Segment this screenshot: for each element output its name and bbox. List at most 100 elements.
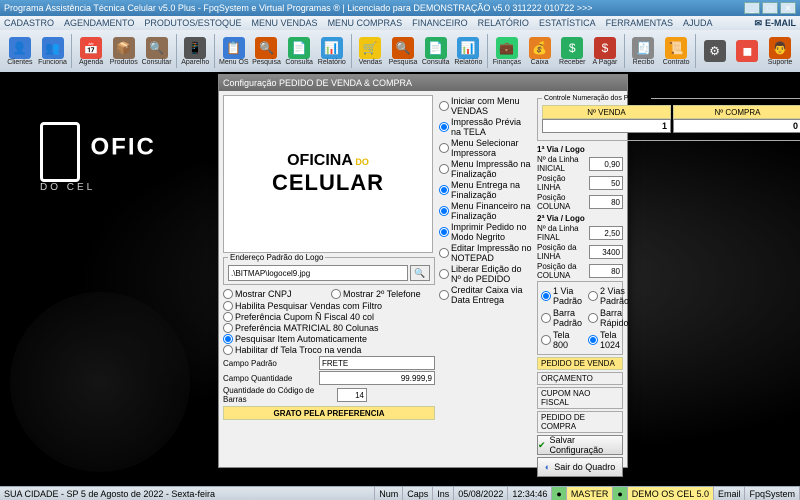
toolbar-contrato[interactable]: 📜Contrato <box>660 32 692 70</box>
via1-pos-linha[interactable] <box>589 176 623 190</box>
exit-icon: ◐ <box>545 462 550 472</box>
menu-ajuda[interactable]: AJUDA <box>683 18 713 28</box>
section-cupom[interactable]: CUPOM NAO FISCAL <box>537 387 623 409</box>
via2-linha-final[interactable] <box>589 226 623 240</box>
toolbar-consulta[interactable]: 📄Consulta <box>283 32 315 70</box>
radio-financeiro-finalizacao[interactable] <box>439 206 449 216</box>
via2-pos-coluna[interactable] <box>589 264 623 278</box>
toolbar-icon: 📦 <box>113 37 135 59</box>
minimize-button[interactable]: _ <box>744 2 760 14</box>
menu-vendas[interactable]: MENU VENDAS <box>252 18 318 28</box>
toolbar-consulta[interactable]: 📄Consulta <box>420 32 452 70</box>
radio-cnpj[interactable] <box>223 289 233 299</box>
radio-barra-padrao[interactable] <box>541 313 551 323</box>
radio-sel-impressora[interactable] <box>439 143 449 153</box>
section-venda[interactable]: PEDIDO DE VENDA <box>537 357 623 370</box>
toolbar-recibo[interactable]: 🧾Recibo <box>628 32 660 70</box>
via-radio-group: 1 Via Padrão 2 Vias Padrão Barra Padrão … <box>537 281 623 355</box>
status-fpq[interactable]: FpqSystem <box>745 487 800 500</box>
toolbar-caixa[interactable]: 💰Caixa <box>524 32 556 70</box>
toolbar-btn21[interactable]: ◼ <box>732 32 764 70</box>
browse-button[interactable]: 🔍 <box>410 265 430 281</box>
toolbar-consultar[interactable]: 🔍Consultar <box>141 32 173 70</box>
toolbar-icon: 📊 <box>321 37 343 59</box>
toolbar-suporte[interactable]: 👨Suporte <box>764 32 796 70</box>
section-compra[interactable]: PEDIDO DE COMPRA <box>537 411 623 433</box>
qtd-barras-input[interactable] <box>337 388 367 402</box>
endereco-legend: Endereço Padrão do Logo <box>228 253 325 262</box>
email-button[interactable]: ✉ E-MAIL <box>754 18 796 29</box>
endereco-fieldset: Endereço Padrão do Logo 🔍 <box>223 253 435 285</box>
maximize-button[interactable]: □ <box>762 2 778 14</box>
num-compra-input[interactable] <box>673 119 800 133</box>
toolbar-relatório[interactable]: 📊Relatório <box>316 32 348 70</box>
status-hora: 12:34:46 <box>508 487 552 500</box>
via2-pos-linha[interactable] <box>589 245 623 259</box>
toolbar-funciona[interactable]: 👥Funciona <box>37 32 69 70</box>
section-orcamento[interactable]: ORÇAMENTO <box>537 372 623 385</box>
toolbar-icon: 🔍 <box>392 37 414 59</box>
radio-tela1024[interactable] <box>588 335 598 345</box>
bg-text-2: DO CEL <box>40 182 156 193</box>
radio-tela-troco[interactable] <box>223 345 233 355</box>
status-cidade: SUA CIDADE - SP 5 de Agosto de 2022 - Se… <box>0 487 375 500</box>
toolbar-icon: 👨 <box>769 37 791 59</box>
via1-linha-inicial[interactable] <box>589 157 623 171</box>
logo-path-input[interactable] <box>228 265 408 281</box>
radio-previa-tela[interactable] <box>439 122 449 132</box>
menu-ferramentas[interactable]: FERRAMENTAS <box>606 18 673 28</box>
menu-estatistica[interactable]: ESTATÍSTICA <box>539 18 596 28</box>
menu-cadastro[interactable]: CADASTRO <box>4 18 54 28</box>
radio-matricial80[interactable] <box>223 323 233 333</box>
num-venda-input[interactable] <box>542 119 671 133</box>
radio-iniciar-vendas[interactable] <box>439 101 449 111</box>
radio-2vias[interactable] <box>588 291 598 301</box>
toolbar-relatório[interactable]: 📊Relatório <box>453 32 485 70</box>
radio-tela800[interactable] <box>541 335 551 345</box>
toolbar-receber[interactable]: $Receber <box>556 32 588 70</box>
via1-pos-coluna[interactable] <box>589 195 623 209</box>
toolbar-icon: 👥 <box>42 37 64 59</box>
status-ins: Ins <box>433 487 454 500</box>
radio-notepad[interactable] <box>439 248 449 258</box>
toolbar: 👤Clientes👥Funciona📅Agenda📦Produtos🔍Consu… <box>0 30 800 72</box>
radio-1via[interactable] <box>541 291 551 301</box>
radio-pesquisa-auto[interactable] <box>223 334 233 344</box>
menu-agendamento[interactable]: AGENDAMENTO <box>64 18 134 28</box>
radio-cupom40[interactable] <box>223 312 233 322</box>
toolbar-pesquisa[interactable]: 🔍Pesquisa <box>387 32 419 70</box>
toolbar-produtos[interactable]: 📦Produtos <box>108 32 140 70</box>
num-venda-hdr: Nº VENDA <box>542 105 671 119</box>
toolbar-icon: ⚙ <box>704 40 726 62</box>
close-button[interactable]: ✕ <box>780 2 796 14</box>
radio-impr-finalizacao[interactable] <box>439 164 449 174</box>
menu-financeiro[interactable]: FINANCEIRO <box>412 18 468 28</box>
toolbar-menu os[interactable]: 📋Menu OS <box>218 32 250 70</box>
radio-negrito[interactable] <box>439 227 449 237</box>
radio-liberar-edicao[interactable] <box>439 269 449 279</box>
sair-button[interactable]: ◐Sair do Quadro <box>537 457 623 477</box>
toolbar-a pagar[interactable]: $A Pagar <box>589 32 621 70</box>
toolbar-clientes[interactable]: 👤Clientes <box>4 32 36 70</box>
radio-barra-rapido[interactable] <box>588 313 598 323</box>
menu-relatorio[interactable]: RELATÓRIO <box>478 18 529 28</box>
menu-produtos[interactable]: PRODUTOS/ESTOQUE <box>144 18 241 28</box>
toolbar-agenda[interactable]: 📅Agenda <box>75 32 107 70</box>
via1-header: 1ª Via / Logo <box>537 145 623 154</box>
toolbar-aparelho[interactable]: 📱Aparelho <box>179 32 211 70</box>
toolbar-finanças[interactable]: 💼Finanças <box>491 32 523 70</box>
radio-entrega-finalizacao[interactable] <box>439 185 449 195</box>
toolbar-vendas[interactable]: 🛒Vendas <box>355 32 387 70</box>
toolbar-pesquisa[interactable]: 🔍Pesquisa <box>251 32 283 70</box>
campo-qtd-input[interactable] <box>319 371 435 385</box>
status-email[interactable]: Email <box>714 487 746 500</box>
salvar-button[interactable]: ✔Salvar Configuração <box>537 435 623 455</box>
radio-pesquisa-filtro[interactable] <box>223 301 233 311</box>
bg-text-1: OFIC <box>91 133 156 160</box>
radio-telefone2[interactable] <box>331 289 341 299</box>
radio-creditar-caixa[interactable] <box>439 290 449 300</box>
toolbar-btn20[interactable]: ⚙ <box>699 32 731 70</box>
menu-compras[interactable]: MENU COMPRAS <box>328 18 403 28</box>
campo-padrao-input[interactable] <box>319 356 435 370</box>
phone-icon <box>40 122 80 182</box>
